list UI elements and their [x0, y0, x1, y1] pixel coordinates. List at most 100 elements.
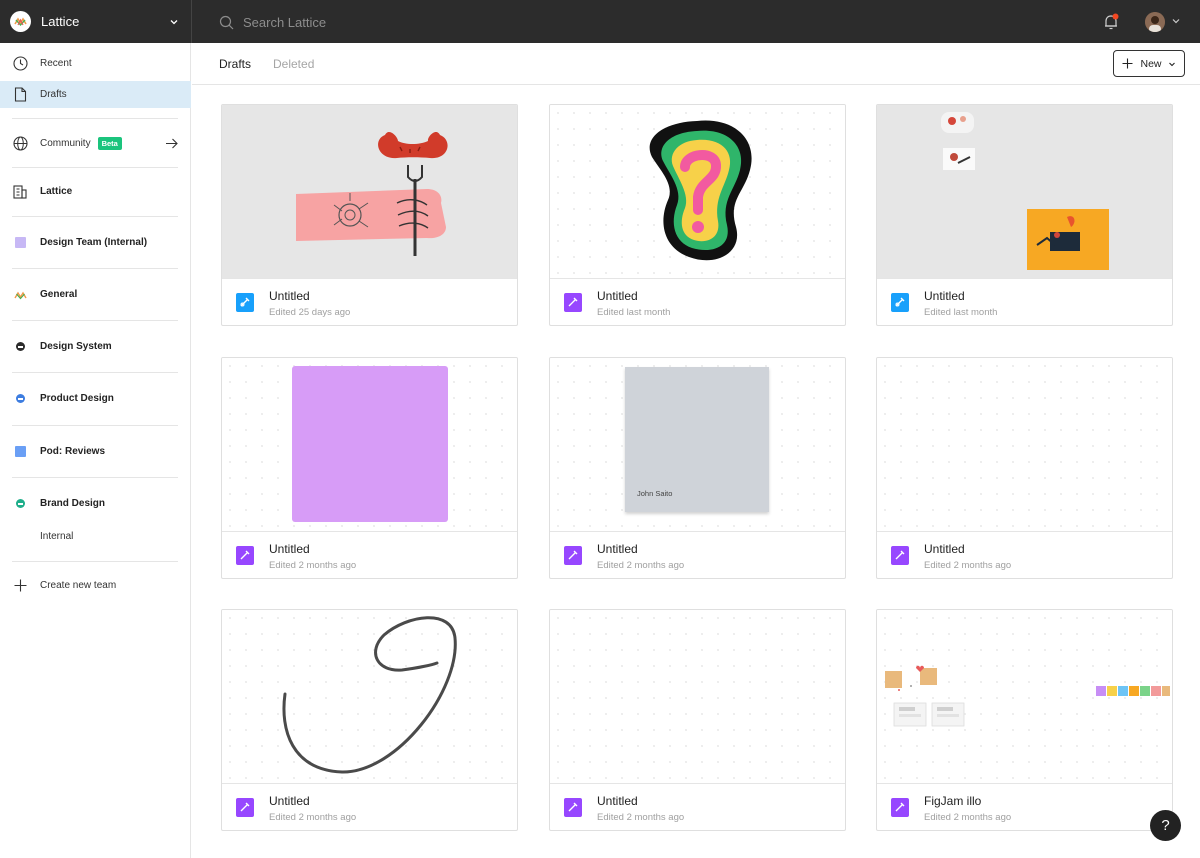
- sidebar-item-team[interactable]: Design Team (Internal): [0, 229, 191, 256]
- create-team-button[interactable]: Create new team: [0, 572, 191, 599]
- divider: [12, 167, 178, 168]
- sidebar-item-recent[interactable]: Recent: [0, 50, 191, 77]
- figjam-file-icon: [236, 546, 254, 565]
- sidebar-item-label: Create new team: [40, 580, 117, 591]
- sidebar-item-team[interactable]: Design System: [0, 333, 191, 360]
- search-icon: [219, 15, 234, 29]
- file-thumbnail: [222, 358, 517, 531]
- file-card[interactable]: Untitled Edited 2 months ago: [221, 609, 518, 831]
- sidebar-item-internal[interactable]: Internal: [0, 523, 191, 550]
- new-button-label: New: [1140, 57, 1162, 70]
- sidebar-item-label: Recent: [40, 58, 72, 69]
- file-card[interactable]: John Saito Untitled Edited 2 months ago: [549, 357, 846, 579]
- file-card[interactable]: FigJam illo Edited 2 months ago: [876, 609, 1173, 831]
- sidebar-item-label: Lattice: [40, 186, 73, 197]
- sidebar-item-team[interactable]: Product Design: [0, 385, 191, 412]
- avatar-chevron-down-icon[interactable]: [1171, 16, 1181, 26]
- sidebar-item-team[interactable]: Lattice: [0, 178, 191, 205]
- figjam-file-icon: [891, 798, 909, 817]
- blue-dot-icon: [12, 391, 28, 407]
- file-thumbnail: [222, 610, 517, 783]
- design-file-icon: [236, 293, 254, 312]
- blue-square-icon: [12, 444, 28, 460]
- figjam-file-icon: [564, 293, 582, 312]
- file-card[interactable]: Untitled Edited 2 months ago: [221, 357, 518, 579]
- sidebar-item-drafts[interactable]: Drafts: [0, 81, 191, 108]
- help-button[interactable]: ?: [1150, 810, 1181, 841]
- file-card[interactable]: Untitled Edited 25 days ago: [221, 104, 518, 326]
- sidebar-item-team[interactable]: Pod: Reviews: [0, 438, 191, 465]
- file-title: Untitled: [924, 542, 965, 556]
- file-card[interactable]: Untitled Edited last month: [549, 104, 846, 326]
- design-file-icon: [891, 293, 909, 312]
- globe-icon: [12, 136, 28, 152]
- search-input[interactable]: Search Lattice: [219, 11, 326, 33]
- sidebar-item-label: Design Team (Internal): [40, 237, 148, 248]
- divider: [12, 477, 178, 478]
- top-bar: Lattice Search Lattice: [0, 0, 1200, 43]
- file-edited: Edited 25 days ago: [269, 307, 351, 318]
- dark-dot-icon: [12, 339, 28, 355]
- sidebar-item-team[interactable]: General: [0, 281, 191, 308]
- file-meta: Untitled Edited last month: [550, 278, 845, 325]
- org-switcher[interactable]: Lattice: [0, 0, 191, 43]
- file-title: Untitled: [269, 542, 310, 556]
- file-title: Untitled: [597, 542, 638, 556]
- file-icon: [12, 87, 28, 103]
- file-meta: Untitled Edited 2 months ago: [550, 783, 845, 830]
- sidebar-item-label: Internal: [40, 531, 74, 542]
- lavender-square-icon: [12, 235, 28, 251]
- file-thumbnail: [222, 105, 517, 278]
- file-meta: Untitled Edited 2 months ago: [222, 783, 517, 830]
- sidebar-item-label: Pod: Reviews: [40, 446, 106, 457]
- beta-badge: Beta: [97, 137, 122, 150]
- file-card[interactable]: Untitled Edited 2 months ago: [549, 609, 846, 831]
- arrow-right-icon: [166, 138, 178, 149]
- file-card[interactable]: Untitled Edited last month: [876, 104, 1173, 326]
- notification-bell-icon[interactable]: [1103, 13, 1119, 31]
- figjam-file-icon: [564, 546, 582, 565]
- chevron-down-icon: [1168, 62, 1175, 66]
- divider: [12, 268, 178, 269]
- plus-icon: [1122, 58, 1133, 69]
- file-edited: Edited 2 months ago: [597, 812, 685, 823]
- file-meta: Untitled Edited 2 months ago: [222, 531, 517, 578]
- file-title: Untitled: [269, 794, 310, 808]
- sticky-author: John Saito: [637, 489, 673, 498]
- sidebar-item-label: Community: [40, 138, 91, 149]
- divider: [12, 216, 178, 217]
- divider: [12, 372, 178, 373]
- tab-deleted[interactable]: Deleted: [273, 57, 314, 71]
- file-edited: Edited 2 months ago: [269, 560, 357, 571]
- tab-drafts[interactable]: Drafts: [219, 57, 251, 71]
- file-meta: Untitled Edited last month: [877, 278, 1172, 325]
- purple-sticky: [292, 366, 448, 522]
- file-edited: Edited last month: [597, 307, 671, 318]
- file-thumbnail: [877, 610, 1172, 783]
- lattice-logo-icon: [12, 287, 28, 303]
- file-card[interactable]: Untitled Edited 2 months ago: [876, 357, 1173, 579]
- file-meta: Untitled Edited 2 months ago: [877, 531, 1172, 578]
- file-title: Untitled: [597, 289, 638, 303]
- building-icon: [12, 184, 28, 200]
- sidebar: Recent Drafts Community Beta Lattice Des…: [0, 43, 191, 858]
- sidebar-item-community[interactable]: Community Beta: [0, 130, 191, 157]
- new-button[interactable]: New: [1113, 50, 1185, 77]
- topbar-divider: [191, 0, 192, 43]
- sidebar-item-label: Drafts: [40, 89, 67, 100]
- sidebar-item-label: Brand Design: [40, 498, 106, 509]
- file-edited: Edited 2 months ago: [924, 560, 1012, 571]
- file-meta: Untitled Edited 25 days ago: [222, 278, 517, 325]
- file-thumbnail: [877, 358, 1172, 531]
- avatar[interactable]: [1145, 12, 1165, 32]
- file-thumbnail: [877, 105, 1172, 278]
- file-thumbnail: [550, 610, 845, 783]
- file-title: Untitled: [924, 289, 965, 303]
- sidebar-item-team[interactable]: Brand Design: [0, 490, 191, 517]
- lattice-logo-icon: [10, 11, 31, 32]
- sidebar-item-label: Product Design: [40, 393, 114, 404]
- file-edited: Edited last month: [924, 307, 998, 318]
- search-placeholder: Search Lattice: [243, 14, 327, 30]
- help-label: ?: [1161, 817, 1170, 834]
- divider: [12, 118, 178, 119]
